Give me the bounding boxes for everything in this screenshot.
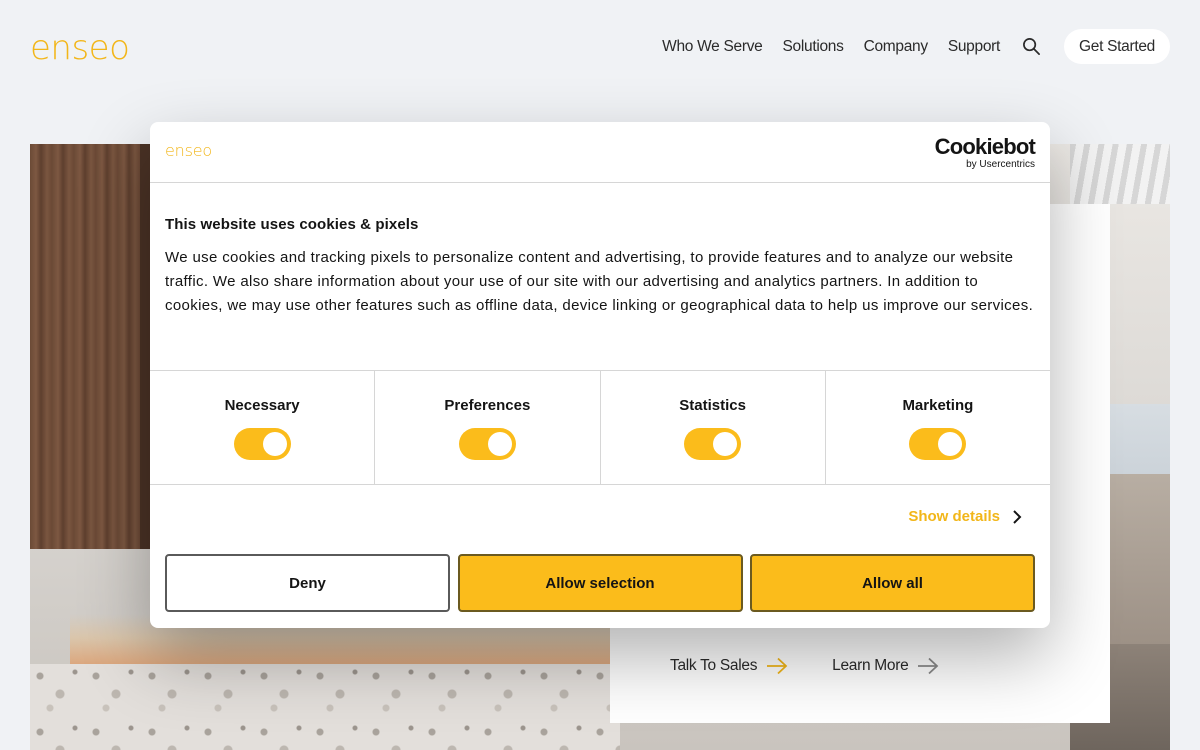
toggle-cell-preferences: Preferences — [375, 371, 601, 484]
main-nav: Who We Serve Solutions Company Support G… — [642, 29, 1170, 64]
nav-company[interactable]: Company — [864, 38, 929, 56]
toggle-cell-statistics: Statistics — [601, 371, 826, 484]
deny-button[interactable]: Deny — [165, 554, 450, 612]
cookiebot-logo[interactable]: Cookiebot by Usercentrics — [934, 134, 1036, 171]
learn-more-link[interactable]: Learn More — [832, 657, 939, 675]
toggle-cell-marketing: Marketing — [826, 371, 1050, 484]
show-details-link[interactable]: Show details — [908, 508, 1022, 525]
show-details-label: Show details — [908, 508, 1000, 525]
get-started-button[interactable]: Get Started — [1064, 29, 1170, 64]
cookie-dialog-logo: enseo — [165, 141, 212, 160]
arrow-right-icon — [767, 657, 788, 675]
marketing-toggle[interactable] — [909, 428, 967, 460]
cookie-category-toggles: Necessary Preferences Statistics Marketi… — [150, 371, 1050, 485]
cookiebot-brand-sub: by Usercentrics — [966, 159, 1035, 170]
nav-solutions[interactable]: Solutions — [783, 38, 844, 56]
toggle-knob — [262, 432, 287, 456]
learn-more-label: Learn More — [832, 657, 909, 674]
cookie-dialog-body: This website uses cookies & pixels We us… — [150, 183, 1050, 371]
allow-all-button[interactable]: Allow all — [750, 554, 1035, 612]
cookie-consent-dialog: enseo Cookiebot by Usercentrics This web… — [150, 122, 1050, 628]
toggle-label-statistics: Statistics — [679, 397, 746, 414]
toggle-knob — [938, 432, 963, 456]
toggle-knob — [713, 432, 738, 456]
allow-selection-button[interactable]: Allow selection — [457, 554, 743, 612]
cookiebot-brand: Cookiebot — [934, 134, 1036, 159]
statistics-toggle[interactable] — [684, 428, 742, 460]
talk-to-sales-label: Talk To Sales — [670, 657, 758, 674]
enseo-logo[interactable]: enseo — [30, 28, 130, 68]
cookie-dialog-title: This website uses cookies & pixels — [165, 216, 419, 233]
necessary-toggle[interactable] — [233, 428, 291, 460]
nav-support[interactable]: Support — [948, 38, 1001, 56]
search-icon[interactable] — [1020, 36, 1042, 58]
toggle-label-preferences: Preferences — [444, 397, 531, 414]
arrow-right-icon — [918, 657, 939, 675]
cookie-dialog-header: enseo Cookiebot by Usercentrics — [150, 122, 1050, 183]
cookie-dialog-text: We use cookies and tracking pixels to pe… — [165, 249, 1034, 314]
hero-wood-edge — [140, 144, 150, 549]
hero-wood-panel — [30, 144, 140, 549]
toggle-label-marketing: Marketing — [902, 397, 974, 414]
toggle-label-necessary: Necessary — [224, 397, 300, 414]
cookie-dialog-buttons: Deny Allow selection Allow all — [165, 554, 1035, 612]
hero-blinds — [1070, 144, 1170, 204]
nav-who-we-serve[interactable]: Who We Serve — [662, 38, 763, 56]
logo-text: enseo — [30, 28, 130, 68]
talk-to-sales-link[interactable]: Talk To Sales — [670, 657, 788, 675]
hero-terrazzo — [30, 664, 620, 750]
toggle-knob — [487, 432, 512, 456]
toggle-cell-necessary: Necessary — [150, 371, 376, 484]
chevron-right-icon — [1013, 509, 1022, 524]
hero-actions: Talk To Sales Learn More — [670, 657, 983, 675]
preferences-toggle[interactable] — [458, 428, 516, 460]
